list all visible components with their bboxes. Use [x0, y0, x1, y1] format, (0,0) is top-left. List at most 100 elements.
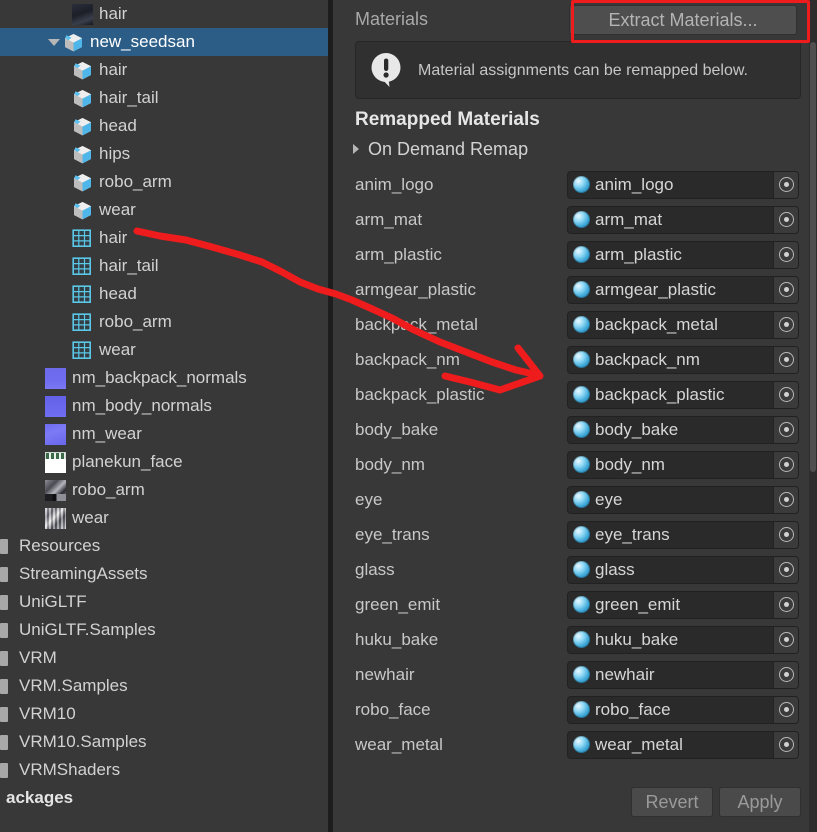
- object-picker-button[interactable]: [773, 451, 798, 478]
- material-object-field[interactable]: backpack_plastic: [567, 380, 799, 409]
- tree-item-hair[interactable]: hair: [0, 56, 328, 84]
- material-target-name: body_bake: [595, 419, 679, 439]
- material-source-name: anim_logo: [355, 174, 434, 194]
- material-object-field[interactable]: armgear_plastic: [567, 275, 799, 304]
- material-row: armgear_plastic armgear_plastic: [333, 272, 817, 307]
- tree-item-unigltf-samples[interactable]: UniGLTF.Samples: [0, 616, 328, 644]
- material-sphere-icon: [573, 281, 590, 298]
- tree-item-ackages[interactable]: ackages: [0, 784, 328, 812]
- tree-item-label: head: [99, 284, 137, 303]
- project-tree-panel[interactable]: hair new_seedsan hair hair_tail head hips robo…: [0, 0, 328, 832]
- object-picker-button[interactable]: [773, 626, 798, 653]
- extract-materials-button[interactable]: Extract Materials...: [569, 5, 797, 35]
- tree-item-nm-body-normals[interactable]: nm_body_normals: [0, 392, 328, 420]
- mesh-icon: [72, 284, 93, 305]
- material-object-field[interactable]: body_bake: [567, 415, 799, 444]
- material-object-field[interactable]: eye: [567, 485, 799, 514]
- object-picker-button[interactable]: [773, 591, 798, 618]
- tree-item-label: VRMShaders: [19, 760, 121, 779]
- material-object-field[interactable]: huku_bake: [567, 625, 799, 654]
- tree-item-label: StreamingAssets: [19, 564, 148, 583]
- object-picker-button[interactable]: [773, 416, 798, 443]
- tree-item-robo-arm[interactable]: robo_arm: [0, 476, 328, 504]
- material-target-name: body_nm: [595, 454, 665, 474]
- revert-button[interactable]: Revert: [631, 787, 713, 817]
- folder-icon: [0, 760, 13, 781]
- object-picker-button[interactable]: [773, 486, 798, 513]
- material-object-field[interactable]: anim_logo: [567, 170, 799, 199]
- on-demand-remap-foldout[interactable]: On Demand Remap: [353, 134, 817, 164]
- object-picker-button[interactable]: [773, 521, 798, 548]
- apply-button[interactable]: Apply: [719, 787, 801, 817]
- tree-item-vrm-samples[interactable]: VRM.Samples: [0, 672, 328, 700]
- object-picker-button[interactable]: [773, 206, 798, 233]
- tree-item-hips[interactable]: hips: [0, 140, 328, 168]
- tree-item-head[interactable]: head: [0, 280, 328, 308]
- tree-item-streamingassets[interactable]: StreamingAssets: [0, 560, 328, 588]
- object-picker-button[interactable]: [773, 346, 798, 373]
- material-object-field[interactable]: backpack_metal: [567, 310, 799, 339]
- material-object-field[interactable]: arm_mat: [567, 205, 799, 234]
- tree-item-robo-arm[interactable]: robo_arm: [0, 308, 328, 336]
- material-target-name: arm_mat: [595, 209, 663, 229]
- tree-item-hair-tail[interactable]: hair_tail: [0, 84, 328, 112]
- tree-item-vrmshaders[interactable]: VRMShaders: [0, 756, 328, 784]
- material-object-field[interactable]: arm_plastic: [567, 240, 799, 269]
- object-picker-button[interactable]: [773, 731, 798, 758]
- material-object-field[interactable]: wear_metal: [567, 730, 799, 759]
- tree-item-nm-wear[interactable]: nm_wear: [0, 420, 328, 448]
- object-picker-button[interactable]: [773, 276, 798, 303]
- tree-item-wear[interactable]: wear: [0, 196, 328, 224]
- texture-normalmap-icon: [45, 395, 66, 417]
- tree-item-vrm10[interactable]: VRM10: [0, 700, 328, 728]
- material-source-name: wear_metal: [355, 734, 443, 754]
- prefab-icon: [63, 32, 84, 53]
- tree-item-hair-tail[interactable]: hair_tail: [0, 252, 328, 280]
- texture-normalmap-icon: [45, 367, 66, 389]
- tree-item-wear[interactable]: wear: [0, 336, 328, 364]
- object-picker-button[interactable]: [773, 661, 798, 688]
- tree-item-wear[interactable]: wear: [0, 504, 328, 532]
- object-picker-button[interactable]: [773, 311, 798, 338]
- material-row: eye_trans eye_trans: [333, 517, 817, 552]
- object-picker-button[interactable]: [773, 381, 798, 408]
- tree-item-vrm10-samples[interactable]: VRM10.Samples: [0, 728, 328, 756]
- object-picker-button[interactable]: [773, 696, 798, 723]
- tree-item-resources[interactable]: Resources: [0, 532, 328, 560]
- object-picker-button[interactable]: [773, 241, 798, 268]
- material-object-field[interactable]: newhair: [567, 660, 799, 689]
- remapped-materials-title: Remapped Materials: [355, 109, 540, 130]
- tree-item-label: nm_body_normals: [72, 396, 212, 415]
- tree-item-label: wear: [99, 340, 136, 359]
- material-sphere-icon: [573, 596, 590, 613]
- info-help-text: Material assignments can be remapped bel…: [418, 61, 748, 79]
- material-object-field[interactable]: eye_trans: [567, 520, 799, 549]
- material-sphere-icon: [573, 386, 590, 403]
- tree-item-hair[interactable]: hair: [0, 0, 328, 28]
- material-row: arm_plastic arm_plastic: [333, 237, 817, 272]
- material-object-field[interactable]: backpack_nm: [567, 345, 799, 374]
- tree-item-vrm[interactable]: VRM: [0, 644, 328, 672]
- material-source-name: newhair: [355, 664, 415, 684]
- tree-item-hair[interactable]: hair: [0, 224, 328, 252]
- tree-item-robo-arm[interactable]: robo_arm: [0, 168, 328, 196]
- inspector-scrollbar-thumb[interactable]: [810, 42, 816, 472]
- tree-item-planekun-face[interactable]: planekun_face: [0, 448, 328, 476]
- material-object-field[interactable]: glass: [567, 555, 799, 584]
- object-picker-button[interactable]: [773, 556, 798, 583]
- material-object-field[interactable]: body_nm: [567, 450, 799, 479]
- object-picker-button[interactable]: [773, 171, 798, 198]
- material-object-field[interactable]: green_emit: [567, 590, 799, 619]
- material-row: wear_metal wear_metal: [333, 727, 817, 762]
- tree-item-nm-backpack-normals[interactable]: nm_backpack_normals: [0, 364, 328, 392]
- material-row: huku_bake huku_bake: [333, 622, 817, 657]
- foldout-toggle[interactable]: [45, 28, 63, 56]
- tree-item-new-seedsan[interactable]: new_seedsan: [0, 28, 328, 56]
- tree-item-unigltf[interactable]: UniGLTF: [0, 588, 328, 616]
- inspector-panel[interactable]: Materials Extract Materials... Material …: [333, 0, 817, 832]
- material-source-name: body_nm: [355, 454, 425, 474]
- material-object-field[interactable]: robo_face: [567, 695, 799, 724]
- tree-item-head[interactable]: head: [0, 112, 328, 140]
- inspector-scrollbar[interactable]: [809, 0, 817, 832]
- tree-item-label: hair_tail: [99, 88, 159, 107]
